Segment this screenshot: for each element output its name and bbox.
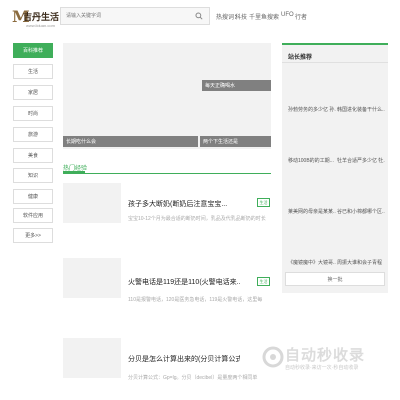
recommend-panel xyxy=(282,43,388,293)
sidebar-item-knowledge[interactable]: 知识 xyxy=(13,168,53,183)
sidebar-item-food[interactable]: 美食 xyxy=(13,148,53,163)
tab-divider xyxy=(63,173,271,174)
site-logo[interactable]: M 吉丹生活 www.liduan.com xyxy=(12,8,60,29)
sidebar-item-life[interactable]: 生活 xyxy=(13,64,53,79)
sidebar-item-travel[interactable]: 旅游 xyxy=(13,127,53,142)
article-title[interactable]: 分贝是怎么计算出来的(分贝计算公式 xyxy=(128,354,240,364)
watermark: 自动秒收录 自动秒收录·来访一次·秒自动收录 xyxy=(258,340,388,382)
recommend-link[interactable]: 移动100B的的工期... xyxy=(288,157,336,164)
hot-word-2[interactable]: 千里鱼 xyxy=(249,12,267,21)
sidebar-item-health[interactable]: 健康 xyxy=(13,189,53,204)
recommend-panel-accent xyxy=(282,43,388,45)
search-input[interactable] xyxy=(66,8,188,24)
recommend-link[interactable]: 周振大谁和会子青程 xyxy=(337,259,385,266)
recommend-link[interactable]: 孙勃劳务的多少亿 孙... xyxy=(288,106,336,113)
recommend-link[interactable]: 牡羊合适严多少亿 牡... xyxy=(337,157,385,164)
article-tag[interactable]: 生活 xyxy=(257,198,270,207)
hot-word-4[interactable]: UFO xyxy=(281,12,294,18)
article-title[interactable]: 孩子多大断奶(断奶后注意宝宝... xyxy=(128,199,240,209)
hot-word-3[interactable]: 搜索 xyxy=(267,12,279,21)
watermark-logo-icon xyxy=(262,346,284,368)
article-tag[interactable]: 生活 xyxy=(257,277,270,286)
hot-word-1[interactable]: 科技 xyxy=(235,12,247,21)
recommend-panel-divider xyxy=(282,62,388,63)
search-box xyxy=(60,7,210,25)
refresh-button[interactable]: 换一批 xyxy=(285,272,385,286)
article-desc: 110是报警电话，120是医务急电话，119是火警电话，这里每 xyxy=(128,297,263,303)
sidebar-item-featured[interactable]: 百科推荐 xyxy=(13,43,53,58)
article-thumbnail[interactable] xyxy=(63,338,121,378)
tab-active-indicator xyxy=(63,171,85,173)
recommend-link[interactable]: 莱美网的母亲是某某... xyxy=(288,208,336,215)
recommend-panel-title: 站长推荐 xyxy=(288,55,313,61)
sidebar-item-home[interactable]: 家居 xyxy=(13,85,53,100)
article-desc: 分贝计算公式：Gp=lg。分贝（decibel）是量度两个相同单 xyxy=(128,375,258,381)
search-button[interactable] xyxy=(189,8,209,24)
banner-caption-3: 两个下生活还是 xyxy=(200,136,271,147)
sidebar-item-fashion[interactable]: 时尚 xyxy=(13,106,53,121)
article-desc: 宝宝10-12个月为最合适的断奶时间，乳品及代乳品断奶的时长 xyxy=(128,216,266,222)
article-thumbnail[interactable] xyxy=(63,183,121,223)
hot-word-5[interactable]: 行者 xyxy=(295,12,307,21)
banner-caption-1: 每天正确喝水 xyxy=(202,80,271,91)
recommend-link[interactable]: 韩国进化装备干什么... xyxy=(337,106,385,113)
sidebar-item-more[interactable]: 更多>> xyxy=(13,228,53,243)
sidebar-item-software[interactable]: 软件应用 xyxy=(13,208,53,223)
recommend-link[interactable]: 《魔镜魔中》大镜哥... xyxy=(288,259,336,266)
article-thumbnail[interactable] xyxy=(63,258,121,298)
logo-url: www.liduan.com xyxy=(26,23,55,28)
article-title[interactable]: 火警电话是119还是110(火警电话来... xyxy=(128,277,240,287)
search-icon xyxy=(195,12,203,20)
logo-text: 吉丹生活 xyxy=(23,12,60,22)
banner-caption-2: 长期吃什么会 xyxy=(63,136,198,147)
watermark-subtext: 自动秒收录·来访一次·秒自动收录 xyxy=(285,365,359,371)
watermark-text: 自动秒收录 xyxy=(285,347,366,364)
recommend-link[interactable]: 谷已和小棉都哪个区... xyxy=(337,208,385,215)
